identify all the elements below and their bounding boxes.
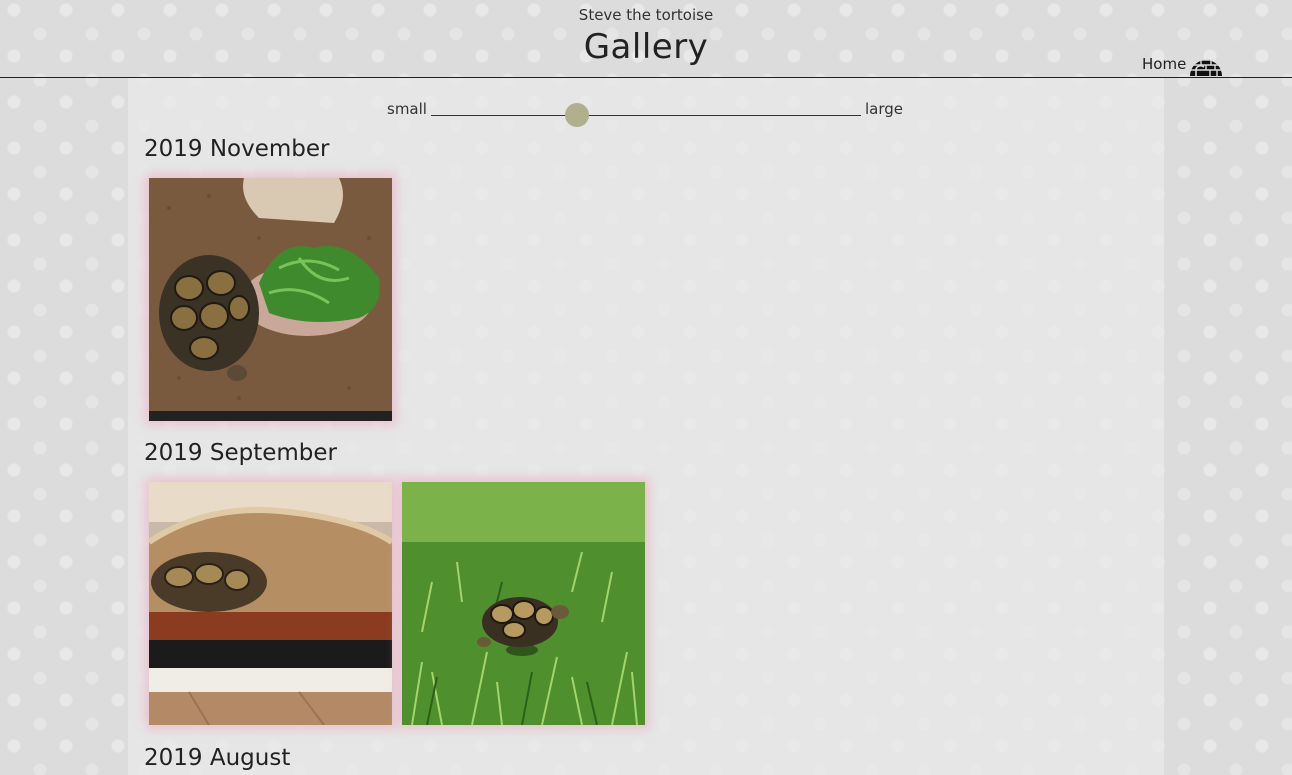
page-title: Gallery xyxy=(583,27,709,67)
igloo-icon xyxy=(1189,50,1223,80)
slider-min-label: small xyxy=(387,100,427,118)
photo-thumbnail[interactable] xyxy=(149,482,392,725)
section-title-2019-november: 2019 November xyxy=(144,136,330,162)
photo-thumbnail[interactable] xyxy=(402,482,645,725)
size-slider: small large xyxy=(128,100,1164,130)
site-header: Steve the tortoise Gallery Home xyxy=(0,0,1292,78)
site-subtitle: Steve the tortoise xyxy=(578,6,714,24)
slider-max-label: large xyxy=(865,100,904,118)
photo-thumbnail[interactable] xyxy=(149,178,392,421)
section-title-2019-september: 2019 September xyxy=(144,440,337,466)
home-link[interactable]: Home xyxy=(1142,48,1223,80)
slider-track[interactable] xyxy=(431,103,861,127)
gallery-panel: small large 2019 November 2019 September… xyxy=(128,78,1164,775)
section-title-2019-august: 2019 August xyxy=(144,745,291,771)
home-label: Home xyxy=(1142,55,1187,73)
slider-thumb[interactable] xyxy=(565,103,590,127)
